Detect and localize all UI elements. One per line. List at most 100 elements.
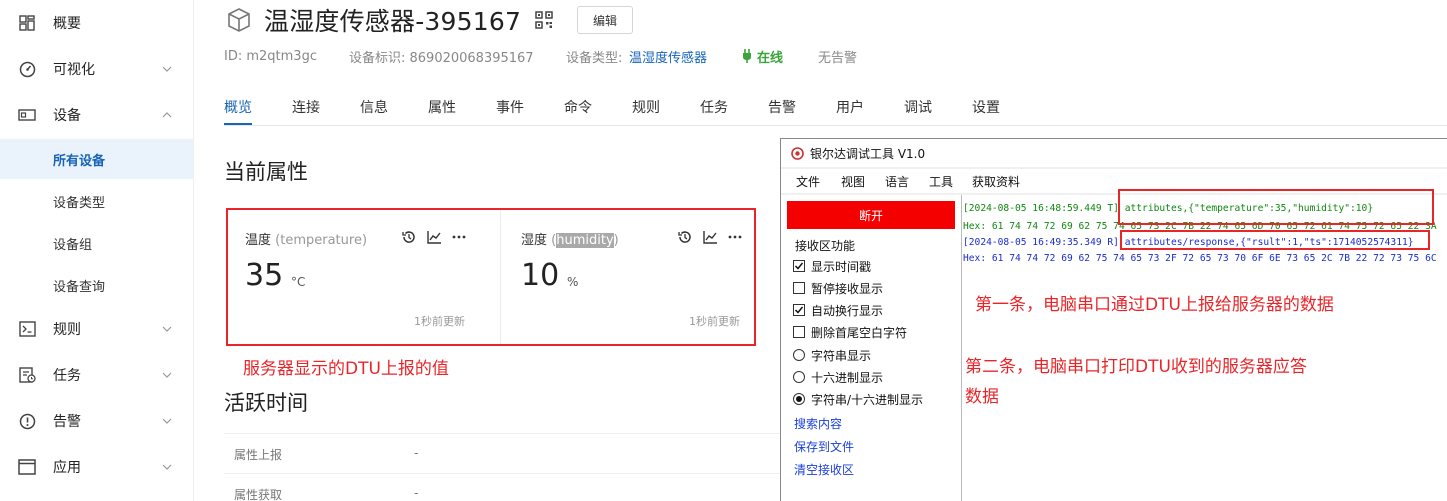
gauge-icon <box>18 60 36 78</box>
log-timestamp: [2024-08-05 16:48:59.449 T] <box>963 203 1119 214</box>
sidebar-sub-device-types[interactable]: 设备类型 <box>0 181 194 221</box>
alert-circle-icon <box>18 412 36 430</box>
property-card-title: 温度 (temperature) <box>245 229 367 248</box>
radio-label: 字符串/十六进制显示 <box>811 392 924 407</box>
tab-alerts[interactable]: 告警 <box>768 97 796 117</box>
dashboard-grid-icon <box>18 14 36 32</box>
chevron-down-icon <box>162 326 172 332</box>
property-key-close: ) <box>613 233 619 248</box>
task-icon <box>18 366 36 384</box>
line-chart-icon[interactable] <box>426 229 442 245</box>
sidebar-item-apps[interactable]: 应用 <box>0 447 194 487</box>
chevron-up-icon <box>162 112 172 118</box>
sidebar-sub-device-groups[interactable]: 设备组 <box>0 223 194 263</box>
tool-title: 银尔达调试工具 V1.0 <box>810 147 926 161</box>
tab-bar: 概览 连接 信息 属性 事件 命令 规则 任务 告警 用户 调试 设置 <box>224 93 1447 126</box>
sidebar-item-label: 可视化 <box>53 62 95 78</box>
sidebar-sub-device-query[interactable]: 设备查询 <box>0 265 194 305</box>
menu-language[interactable]: 语言 <box>885 173 909 190</box>
menu-file[interactable]: 文件 <box>796 173 820 190</box>
radio-unselected[interactable] <box>793 371 805 383</box>
sidebar-item-label: 告警 <box>53 414 81 430</box>
checkbox-pause-display[interactable]: 暂停接收显示 <box>793 279 883 297</box>
device-type-label: 设备类型: <box>566 50 623 66</box>
sidebar-sub-all-devices[interactable]: 所有设备 <box>0 139 194 179</box>
log-line: Hex: 61 74 74 72 69 62 75 74 65 73 2F 72… <box>963 253 1437 264</box>
tab-rules[interactable]: 规则 <box>632 97 660 117</box>
sidebar-item-visualization[interactable]: 可视化 <box>0 49 194 89</box>
tab-attributes[interactable]: 属性 <box>428 97 456 117</box>
checkbox-checked[interactable] <box>793 260 805 272</box>
tab-info[interactable]: 信息 <box>360 97 388 117</box>
chevron-down-icon <box>162 464 172 470</box>
device-type-link[interactable]: 温湿度传感器 <box>629 46 707 66</box>
sidebar-item-overview[interactable]: 概要 <box>0 3 194 43</box>
sidebar-item-label: 设备 <box>53 108 81 124</box>
property-name: 湿度 <box>521 233 548 248</box>
tool-title-bar: 银尔达调试工具 V1.0 <box>781 139 1447 167</box>
tab-events[interactable]: 事件 <box>496 97 524 117</box>
history-icon[interactable] <box>677 229 693 245</box>
checkbox-checked[interactable] <box>793 304 805 316</box>
radio-hex-display[interactable]: 十六进制显示 <box>793 368 883 386</box>
checkbox-trim-whitespace[interactable]: 删除首尾空白字符 <box>793 323 907 341</box>
radio-string-display[interactable]: 字符串显示 <box>793 346 871 364</box>
property-key-highlighted: humidity <box>556 233 614 248</box>
sidebar-item-devices[interactable]: 设备 <box>0 95 194 135</box>
sidebar-item-label: 规则 <box>53 322 81 338</box>
checkbox-unchecked[interactable] <box>793 282 805 294</box>
tab-debug[interactable]: 调试 <box>904 97 932 117</box>
sidebar-sub-label: 设备查询 <box>53 279 106 295</box>
recv-group-label: 接收区功能 <box>795 239 856 253</box>
tab-connection[interactable]: 连接 <box>292 97 320 117</box>
more-icon[interactable] <box>727 229 743 245</box>
tab-settings[interactable]: 设置 <box>972 97 1000 117</box>
menu-get-docs[interactable]: 获取资料 <box>972 173 1020 190</box>
more-icon[interactable] <box>451 229 467 245</box>
activity-value: - <box>414 486 419 500</box>
menu-view[interactable]: 视图 <box>841 173 865 190</box>
row-divider <box>224 473 780 474</box>
edit-button[interactable]: 编辑 <box>577 6 634 34</box>
line-chart-icon[interactable] <box>702 229 718 245</box>
radio-string-hex-display[interactable]: 字符串/十六进制显示 <box>793 390 923 408</box>
property-updated: 1秒前更新 <box>689 315 740 328</box>
terminal-icon <box>18 320 36 338</box>
tab-overview[interactable]: 概览 <box>224 97 252 117</box>
annotation-red-box-received <box>1120 230 1430 250</box>
sidebar-item-tasks[interactable]: 任务 <box>0 355 194 395</box>
checkbox-show-timestamp[interactable]: 显示时间戳 <box>793 257 871 275</box>
menu-tools[interactable]: 工具 <box>929 173 953 190</box>
sidebar-item-label: 应用 <box>53 460 81 476</box>
sidebar-item-alerts[interactable]: 告警 <box>0 401 194 441</box>
tab-commands[interactable]: 命令 <box>564 97 592 117</box>
history-icon[interactable] <box>401 229 417 245</box>
sidebar-sub-label: 设备类型 <box>53 195 106 211</box>
chevron-down-icon <box>162 418 172 424</box>
log-timestamp: Hex: <box>963 253 987 264</box>
qr-code-icon[interactable] <box>535 11 553 29</box>
sidebar-item-label: 概要 <box>53 16 81 32</box>
property-value: 10 <box>521 258 560 293</box>
save-to-file-link[interactable]: 保存到文件 <box>794 438 854 455</box>
radio-unselected[interactable] <box>793 349 805 361</box>
sidebar-item-rules[interactable]: 规则 <box>0 309 194 349</box>
log-timestamp: Hex: <box>963 221 987 232</box>
checkbox-auto-wrap[interactable]: 自动换行显示 <box>793 301 883 319</box>
log-timestamp: [2024-08-05 16:49:35.349 R] <box>963 237 1119 248</box>
search-content-link[interactable]: 搜索内容 <box>794 415 842 432</box>
radio-selected[interactable] <box>793 393 805 405</box>
activity-label: 属性获取 <box>234 488 283 501</box>
checkbox-label: 删除首尾空白字符 <box>811 325 908 340</box>
cube-icon <box>228 8 250 32</box>
tab-users[interactable]: 用户 <box>836 97 864 117</box>
checkbox-unchecked[interactable] <box>793 326 805 338</box>
annotation-second-note-cont: 数据 <box>965 387 999 407</box>
device-id: ID: m2qtm3gc <box>224 48 317 64</box>
property-key: (temperature) <box>275 233 368 248</box>
section-current-properties: 当前属性 <box>224 160 308 184</box>
tab-tasks[interactable]: 任务 <box>700 97 728 117</box>
device-icon <box>18 106 36 124</box>
clear-recv-link[interactable]: 清空接收区 <box>794 461 854 478</box>
disconnect-button[interactable]: 断开 <box>787 201 955 229</box>
